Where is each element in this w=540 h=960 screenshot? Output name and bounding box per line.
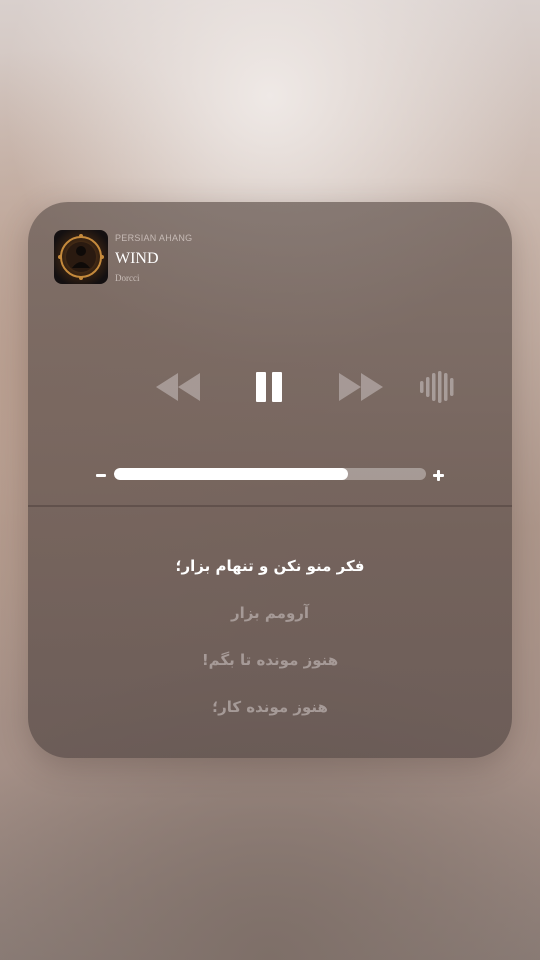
- fast-forward-icon: [339, 373, 383, 401]
- pause-icon: [256, 372, 282, 402]
- artist-name: Dorcci: [115, 273, 140, 283]
- volume-slider[interactable]: [114, 468, 426, 480]
- section-divider: [28, 505, 512, 507]
- album-artwork[interactable]: [54, 230, 108, 284]
- sound-waves-icon: [420, 371, 454, 403]
- track-title: WIND: [115, 250, 159, 267]
- lyric-line-current[interactable]: فکر منو نکن و تنهام بزار؛: [28, 557, 512, 575]
- pause-button[interactable]: [255, 370, 285, 404]
- lyric-line[interactable]: هنوز مونده تا بگم!: [28, 651, 512, 669]
- rewind-button[interactable]: [154, 370, 202, 404]
- fast-forward-button[interactable]: [337, 370, 385, 404]
- volume-slider-fill: [114, 468, 348, 480]
- volume-down-icon[interactable]: [96, 466, 108, 484]
- rewind-icon: [156, 373, 200, 401]
- volume-up-icon[interactable]: [432, 466, 446, 484]
- audio-output-button[interactable]: [419, 370, 457, 404]
- now-playing-card: PERSIAN AHANG WIND Dorcci فکر منو نکن و …: [28, 202, 512, 758]
- lyric-line[interactable]: هنوز مونده کار؛: [28, 698, 512, 716]
- source-label: PERSIAN AHANG: [115, 233, 193, 243]
- lyric-line[interactable]: آرومم بزار: [28, 604, 512, 622]
